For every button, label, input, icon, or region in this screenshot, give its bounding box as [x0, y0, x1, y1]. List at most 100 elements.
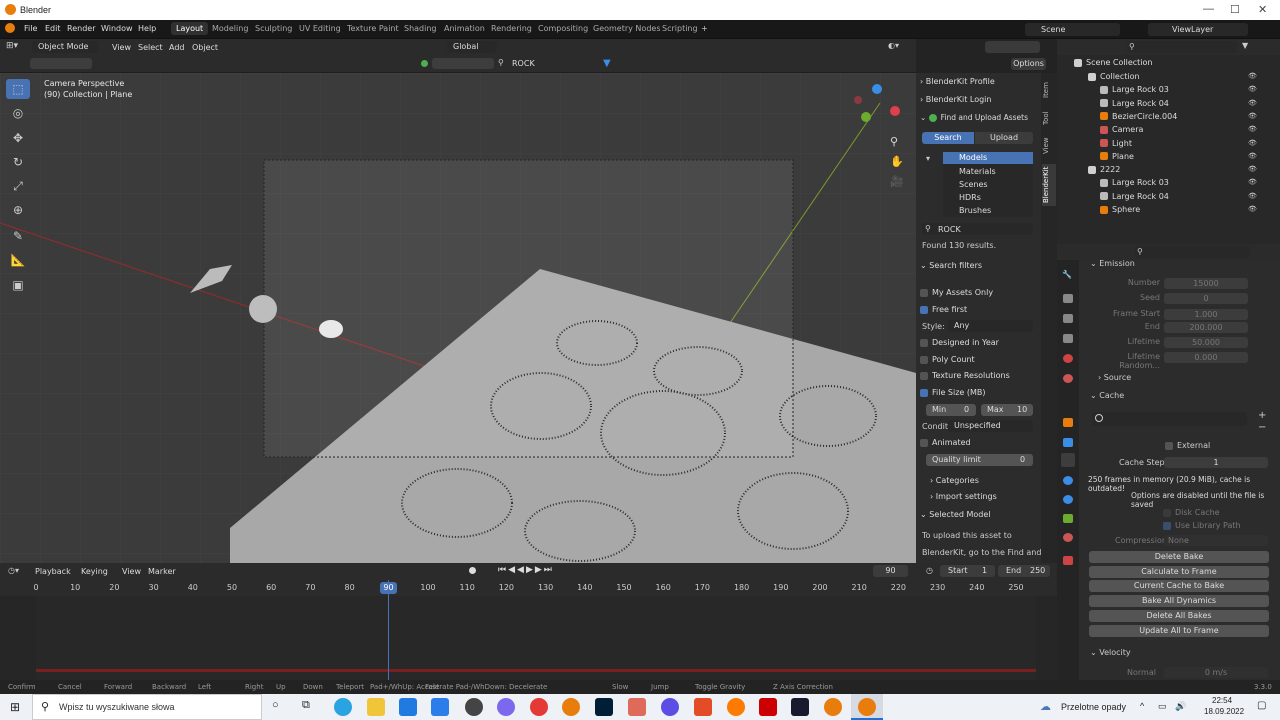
visibility-icon[interactable]: ◐▾: [888, 41, 910, 53]
taskbar-search[interactable]: ⚲ Wpisz tu wyszukiwane słowa: [32, 694, 262, 720]
property-field[interactable]: 1.000: [1164, 309, 1248, 320]
cache-step-field[interactable]: 1: [1164, 457, 1268, 468]
blender-task-icon-2[interactable]: [824, 698, 842, 716]
visibility-eye-icon[interactable]: 👁: [1248, 139, 1257, 147]
scene-collection-row[interactable]: Scene Collection: [1074, 58, 1280, 71]
timeline[interactable]: 0 10 20 30 40 50 60 70 80 90 100 110 120 130 140 150 160…: [0, 580, 1057, 680]
cache-list[interactable]: [1092, 412, 1247, 426]
tab-uv-editing[interactable]: UV Editing: [299, 24, 341, 33]
calculate-to-frame-button[interactable]: Calculate to Frame: [1089, 566, 1269, 578]
bk-condition-dropdown[interactable]: Unspecified: [948, 420, 1033, 432]
bk-filesize-checkbox[interactable]: File Size (MB): [920, 388, 1038, 403]
shading-modes[interactable]: [985, 41, 1040, 53]
vp-search-field[interactable]: ⚲ ROCK: [498, 58, 568, 69]
scene-props-tab-icon[interactable]: [1063, 354, 1073, 363]
app4-icon[interactable]: [694, 698, 712, 716]
bk-login-header[interactable]: › BlenderKit Login: [920, 95, 1038, 110]
menu-window[interactable]: Window: [101, 24, 133, 33]
bake-all-dynamics-button[interactable]: Bake All Dynamics: [1089, 595, 1269, 607]
tab-view[interactable]: View: [1042, 136, 1056, 156]
output-props-tab-icon[interactable]: [1063, 314, 1073, 323]
bk-search-filters-header[interactable]: ⌄ Search filters: [920, 261, 1038, 276]
clock-icon[interactable]: ◷▾: [8, 566, 19, 575]
scale-tool-icon[interactable]: ⤢: [6, 176, 30, 196]
disk-cache-checkbox[interactable]: Disk Cache: [1163, 508, 1220, 517]
view-layer-tab-icon[interactable]: [1063, 334, 1073, 343]
options-button[interactable]: Options: [1011, 58, 1046, 70]
measure-tool-icon[interactable]: 📐: [6, 250, 30, 270]
properties-search[interactable]: [1135, 246, 1250, 258]
weather-text[interactable]: Przelotne opady: [1061, 702, 1126, 712]
bk-poly-checkbox[interactable]: Poly Count: [920, 355, 1038, 370]
visibility-eye-icon[interactable]: 👁: [1248, 85, 1257, 93]
obs-icon[interactable]: [465, 698, 483, 716]
normal-field[interactable]: 0 m/s: [1164, 667, 1268, 678]
maximize-icon[interactable]: ☐: [1230, 3, 1240, 16]
store-icon[interactable]: [399, 698, 417, 716]
constraints-props-tab-icon[interactable]: [1063, 495, 1073, 504]
tab-animation[interactable]: Animation: [444, 24, 485, 33]
bk-import-header[interactable]: › Import settings: [930, 492, 1048, 507]
asset-type-buttons[interactable]: [432, 58, 494, 69]
menu-render[interactable]: Render: [67, 24, 95, 33]
firefox-icon[interactable]: [727, 698, 745, 716]
clock-date[interactable]: 18.09.2022: [1204, 707, 1244, 716]
bk-max-field[interactable]: Max 10: [981, 404, 1033, 416]
network-icon[interactable]: ▭: [1158, 701, 1167, 712]
bk-quality-field[interactable]: Quality limit 0: [926, 454, 1033, 466]
notifications-icon[interactable]: ▢: [1257, 700, 1266, 711]
move-tool-icon[interactable]: ✥: [6, 128, 30, 148]
property-field[interactable]: 15000: [1164, 278, 1248, 289]
orientation-dropdown[interactable]: Global: [447, 41, 497, 53]
pan-icon[interactable]: ✋: [890, 155, 904, 168]
bk-search-tab[interactable]: Search: [922, 132, 974, 144]
start-frame-field[interactable]: Start 1: [940, 565, 995, 577]
bk-upload-tab[interactable]: Upload: [975, 132, 1033, 144]
visibility-eye-icon[interactable]: 👁: [1248, 125, 1257, 133]
bk-selected-header[interactable]: ⌄ Selected Model: [920, 510, 1038, 525]
texture-props-tab-icon[interactable]: [1063, 556, 1073, 565]
sphere-object[interactable]: [249, 295, 277, 323]
bk-search-input[interactable]: ⚲ ROCK: [922, 223, 1033, 235]
emission-header[interactable]: ⌄ Emission: [1090, 259, 1135, 268]
bk-type-models[interactable]: Models: [943, 152, 1033, 164]
app3-icon[interactable]: [661, 698, 679, 716]
bk-types-collapse-icon[interactable]: ▾: [926, 154, 930, 163]
volume-icon[interactable]: 🔊: [1175, 701, 1186, 712]
gizmo-neg-x[interactable]: [854, 96, 862, 104]
task-view-icon[interactable]: ⧉: [302, 699, 310, 712]
visibility-eye-icon[interactable]: 👁: [1248, 112, 1257, 120]
tab-shading[interactable]: Shading: [404, 24, 437, 33]
rotate-tool-icon[interactable]: ↻: [6, 152, 30, 172]
bk-min-field[interactable]: Min 0: [926, 404, 976, 416]
add-workspace-icon[interactable]: +: [701, 24, 708, 33]
timeline-view-menu[interactable]: View: [122, 567, 141, 576]
bk-free-first-checkbox[interactable]: Free first: [920, 305, 1038, 320]
editor-type-icon[interactable]: ⊞▾: [6, 41, 28, 53]
menu-file[interactable]: File: [24, 24, 37, 33]
blender-task-icon[interactable]: [562, 698, 580, 716]
cache-header[interactable]: ⌄ Cache: [1090, 391, 1124, 400]
bk-type-materials[interactable]: Materials: [959, 167, 996, 176]
app6-icon[interactable]: [791, 698, 809, 716]
weather-icon[interactable]: ☁: [1040, 700, 1051, 713]
visibility-eye-icon[interactable]: 👁: [1248, 152, 1257, 160]
filter-icon[interactable]: ▼: [1242, 41, 1248, 50]
annotate-tool-icon[interactable]: ✎: [6, 226, 30, 246]
zoom-icon[interactable]: ⚲: [890, 135, 898, 148]
tab-sculpting[interactable]: Sculpting: [255, 24, 292, 33]
bk-find-header[interactable]: ⌄ Find and Upload Assets: [920, 113, 1038, 128]
end-frame-field[interactable]: End 250: [998, 565, 1050, 577]
bk-type-brushes[interactable]: Brushes: [959, 206, 991, 215]
blenderkit-icon[interactable]: [421, 60, 428, 67]
gizmo-z[interactable]: [872, 84, 882, 94]
property-field[interactable]: 0.000: [1164, 352, 1248, 363]
outliner-search[interactable]: [1127, 41, 1237, 53]
add-cube-tool-icon[interactable]: ▣: [6, 275, 30, 295]
transform-tool-icon[interactable]: ⊕: [6, 200, 30, 220]
bk-style-dropdown[interactable]: Any: [948, 320, 1033, 332]
marker-menu[interactable]: Marker: [148, 567, 176, 576]
app-icon[interactable]: [497, 698, 515, 716]
tab-rendering[interactable]: Rendering: [491, 24, 532, 33]
close-icon[interactable]: ✕: [1258, 3, 1267, 16]
